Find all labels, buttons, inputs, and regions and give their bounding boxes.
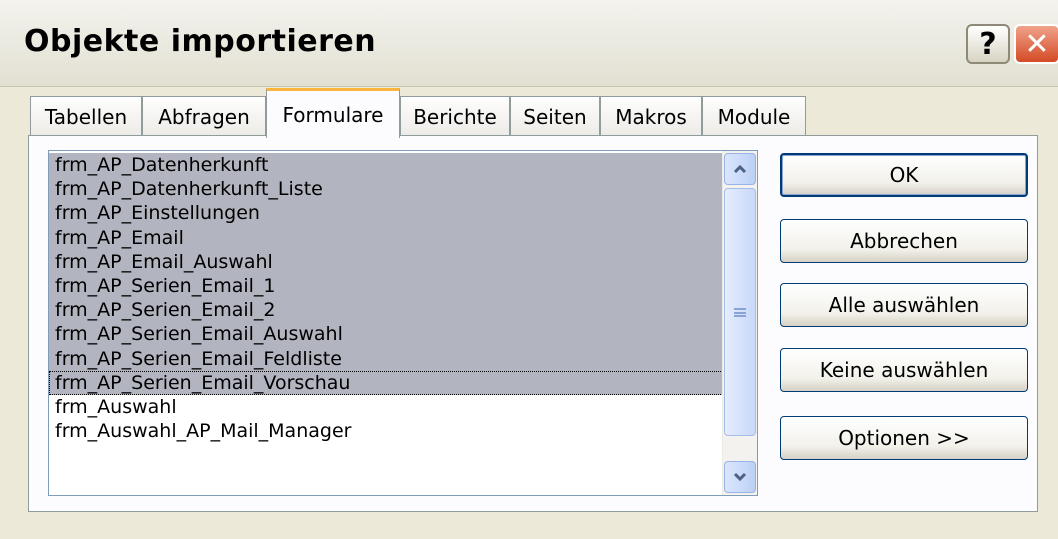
forms-list: frm_AP_Datenherkunft frm_AP_Datenherkunft… <box>49 153 725 443</box>
cancel-button[interactable]: Abbrechen <box>780 219 1028 263</box>
list-item[interactable]: frm_AP_Datenherkunft_Liste <box>49 177 725 202</box>
list-item[interactable]: frm_AP_Datenherkunft <box>49 153 725 178</box>
list-item[interactable]: frm_Auswahl_AP_Mail_Manager <box>49 419 725 443</box>
grip-icon <box>734 307 746 317</box>
tab-berichte[interactable]: Berichte <box>400 96 510 136</box>
tab-module[interactable]: Module <box>702 96 806 136</box>
tab-seiten[interactable]: Seiten <box>510 96 600 136</box>
scroll-down-button[interactable] <box>724 461 756 493</box>
select-all-button[interactable]: Alle auswählen <box>780 283 1028 327</box>
scroll-up-button[interactable] <box>724 153 756 185</box>
list-item[interactable]: frm_AP_Serien_Email_Vorschau <box>49 370 725 395</box>
dialog-title: Objekte importieren <box>24 24 377 59</box>
list-item[interactable]: frm_AP_Serien_Email_1 <box>49 273 725 299</box>
chevron-down-icon <box>733 472 747 482</box>
vertical-scrollbar[interactable] <box>722 151 757 495</box>
forms-listbox[interactable]: frm_AP_Datenherkunft frm_AP_Datenherkunft… <box>48 150 758 496</box>
help-button[interactable]: ? <box>966 24 1010 64</box>
import-objects-dialog: Objekte importieren ? ✕ Tabellen Abfrage… <box>0 0 1058 539</box>
list-item[interactable]: frm_AP_Email <box>49 225 725 250</box>
select-none-button[interactable]: Keine auswählen <box>780 348 1028 392</box>
list-item[interactable]: frm_AP_Serien_Email_2 <box>49 298 725 323</box>
close-icon: ✕ <box>1024 26 1050 62</box>
tab-tabellen[interactable]: Tabellen <box>30 96 142 136</box>
tab-makros[interactable]: Makros <box>600 96 702 136</box>
options-button[interactable]: Optionen >> <box>780 416 1028 460</box>
tab-abfragen[interactable]: Abfragen <box>142 96 266 136</box>
list-item[interactable]: frm_Auswahl <box>49 395 725 419</box>
scroll-thumb[interactable] <box>724 188 756 436</box>
list-item[interactable]: frm_AP_Serien_Email_Feldliste <box>49 346 725 371</box>
title-bar[interactable]: Objekte importieren ? ✕ <box>0 0 1058 87</box>
close-button[interactable]: ✕ <box>1014 24 1058 64</box>
list-item[interactable]: frm_AP_Serien_Email_Auswahl <box>49 322 725 347</box>
list-item[interactable]: frm_AP_Einstellungen <box>49 201 725 226</box>
ok-button[interactable]: OK <box>780 153 1028 197</box>
tab-formulare[interactable]: Formulare <box>266 88 400 138</box>
chevron-up-icon <box>733 164 747 174</box>
list-item[interactable]: frm_AP_Email_Auswahl <box>49 249 725 274</box>
